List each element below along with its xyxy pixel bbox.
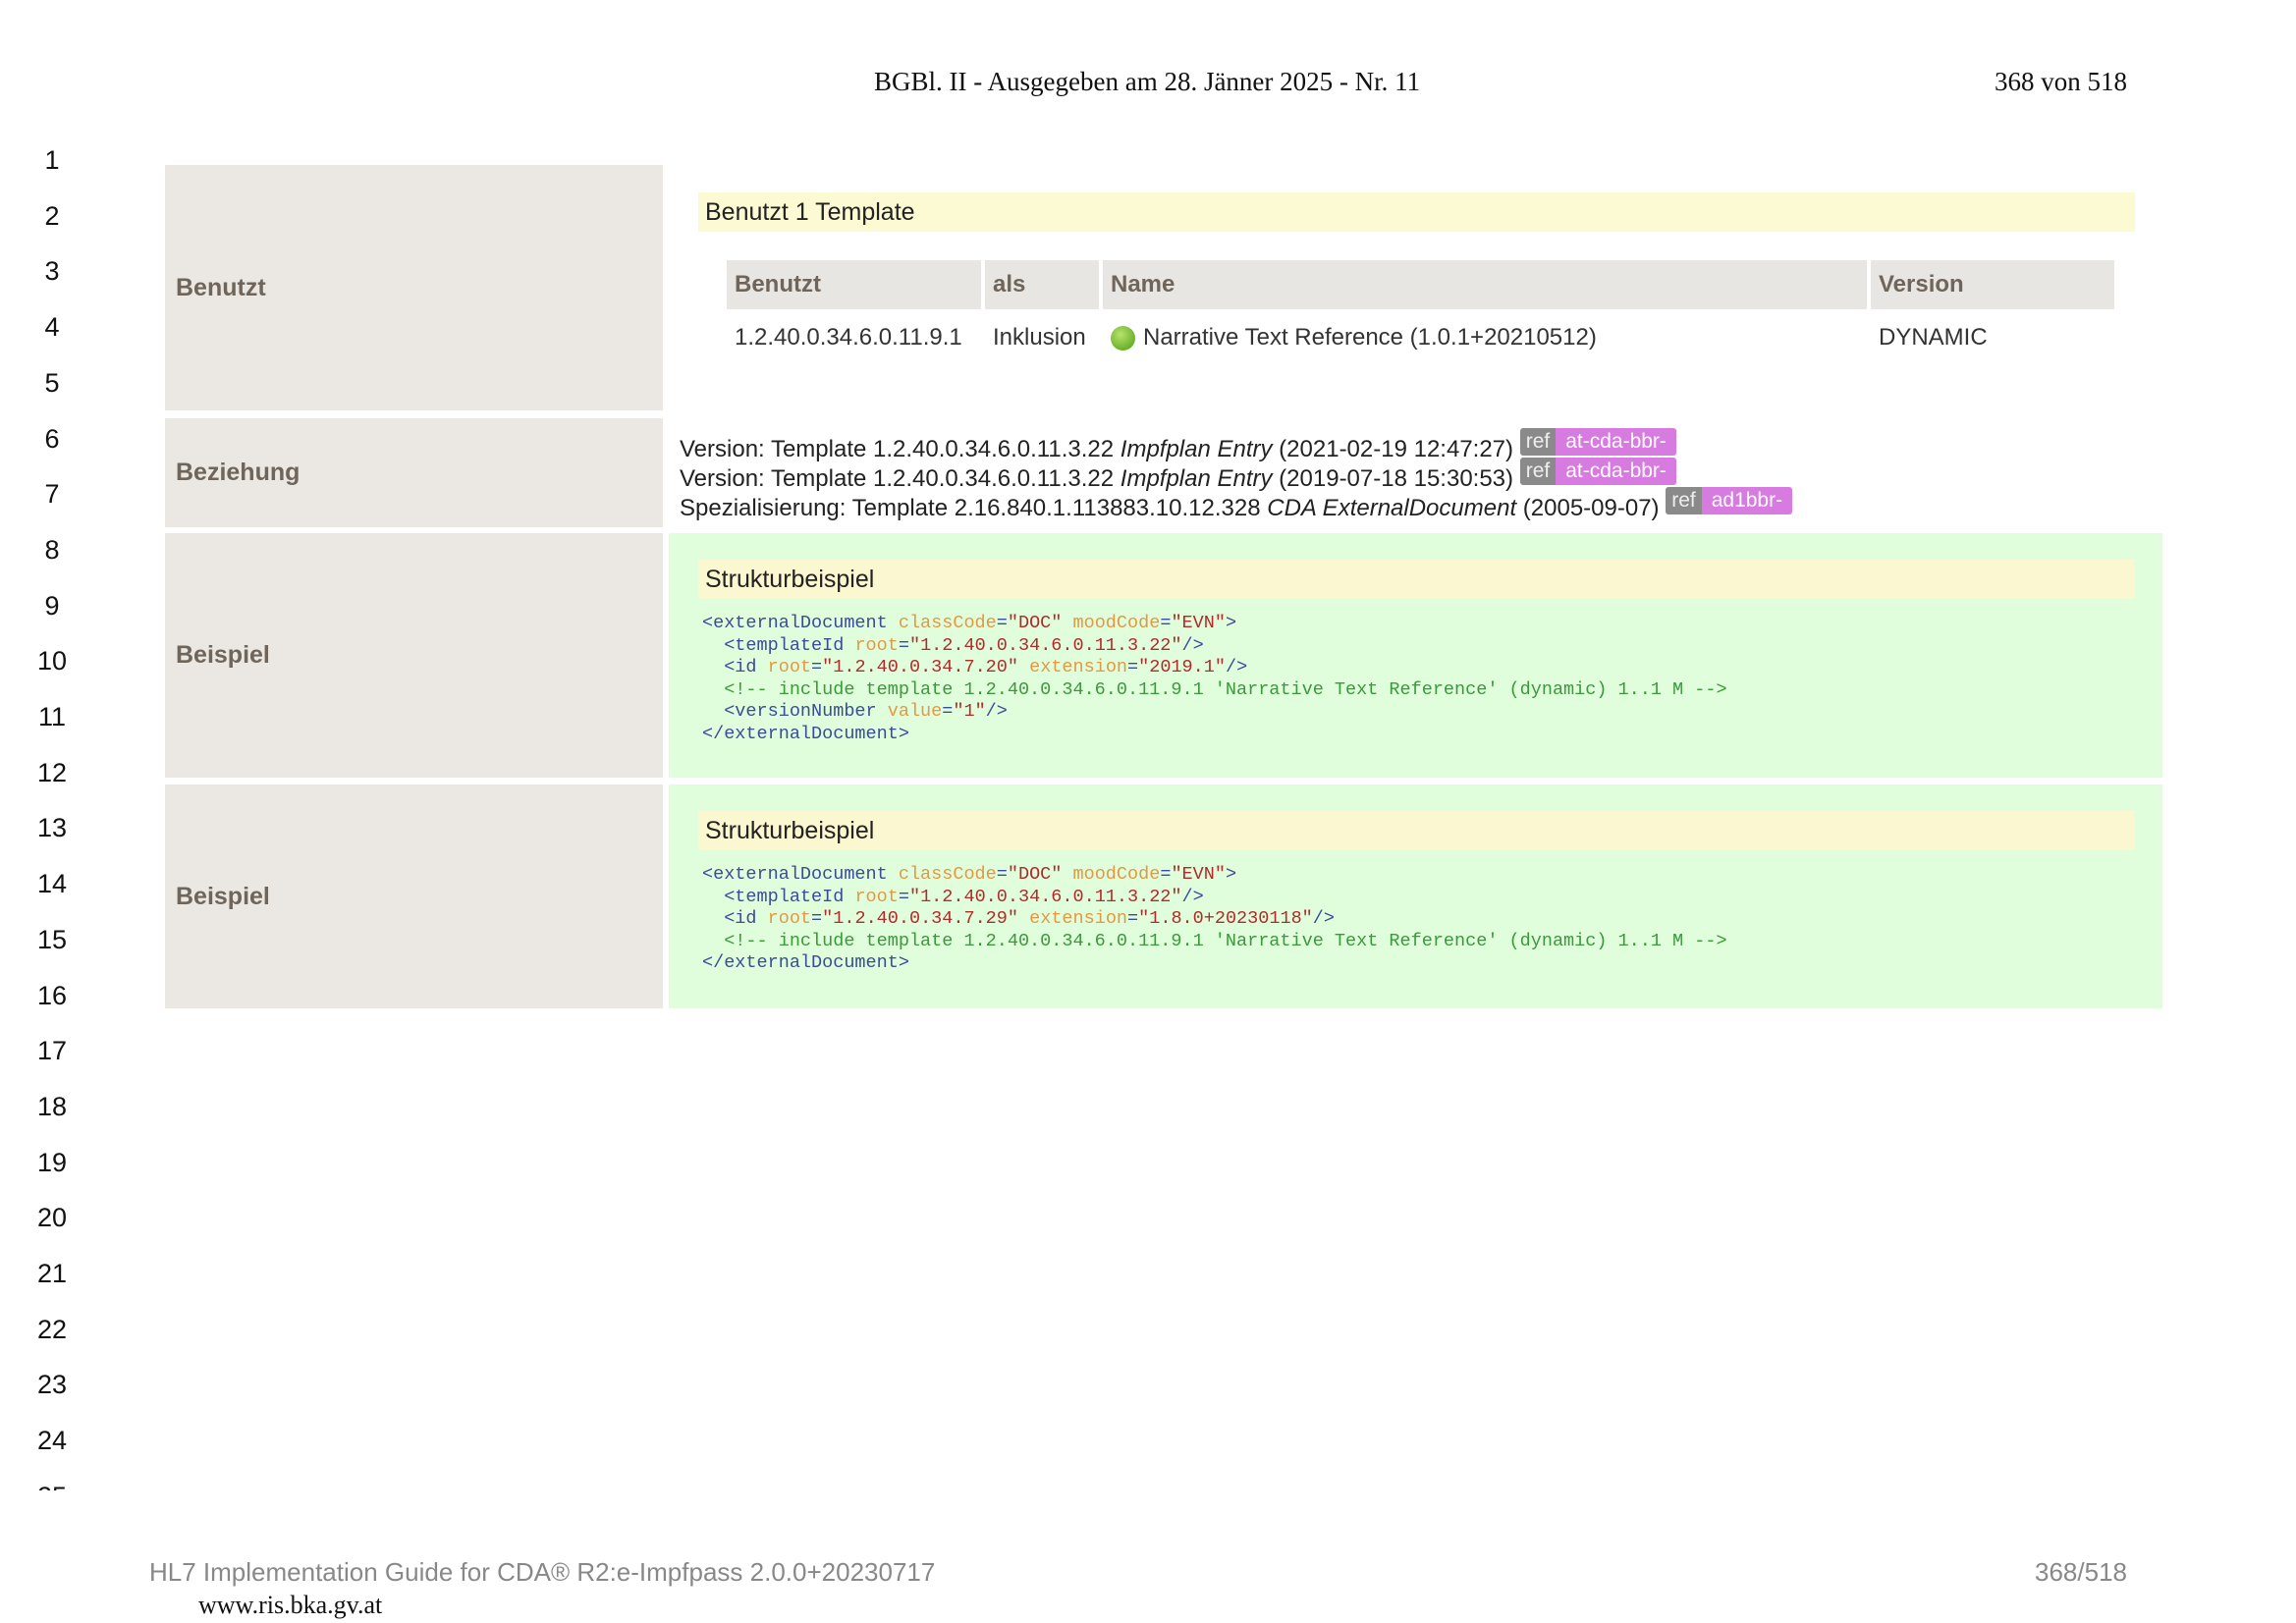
benutzt-label: Benutzt (165, 165, 663, 410)
code-line: <externalDocument classCode="DOC" moodCo… (702, 613, 1237, 633)
code-example: <externalDocument classCode="DOC" moodCo… (702, 613, 1727, 745)
line-number: 15 (36, 925, 68, 954)
footer-url-link[interactable]: www.ris.bka.gv.at (198, 1591, 382, 1620)
template-name-cell[interactable]: Narrative Text Reference (1.0.1+20210512… (1103, 309, 1867, 366)
line-number: 6 (44, 424, 60, 454)
relationship-text: Spezialisierung: Template 2.16.840.1.113… (680, 495, 1268, 521)
line-number: 1 (44, 145, 60, 175)
code-line: <versionNumber value="1"/> (702, 701, 1008, 722)
relationship-entry: Spezialisierung: Template 2.16.840.1.113… (680, 487, 1793, 522)
relationship-date: (2005‑09‑07) (1516, 495, 1667, 521)
relationship-template-name[interactable]: CDA ExternalDocument (1267, 495, 1516, 521)
ref-badge[interactable]: ref at-cda-bbr- (1519, 458, 1676, 485)
column-header-benutzt: Benutzt (727, 260, 981, 309)
line-number: 25 (29, 1482, 75, 1490)
example-title: Strukturbeispiel (698, 811, 2135, 850)
page-counter: 368 von 518 (1995, 67, 2127, 96)
line-number: 17 (36, 1036, 68, 1065)
line-number: 19 (36, 1148, 68, 1177)
benutzt-row: Benutzt Benutzt 1 Template Benutzt als N… (165, 165, 2162, 410)
line-number: 21 (36, 1259, 68, 1288)
project-badge: at-cda-bbr- (1556, 458, 1676, 485)
ref-tag: ref (1519, 428, 1557, 456)
green-circle-icon (1111, 326, 1135, 351)
code-example: <externalDocument classCode="DOC" moodCo… (702, 864, 1727, 975)
ref-tag: ref (1519, 458, 1557, 485)
line-number-gutter: 1234567891011121314151617181920212223242… (29, 145, 75, 1490)
beziehung-body: Version: Template 1.2.40.0.34.6.0.11.3.2… (669, 418, 2162, 527)
line-number: 16 (36, 981, 68, 1010)
column-header-name: Name (1103, 260, 1867, 309)
beziehung-row: Beziehung Version: Template 1.2.40.0.34.… (165, 418, 2162, 527)
line-number: 20 (36, 1203, 68, 1232)
beispiel-body: Strukturbeispiel <externalDocument class… (669, 784, 2162, 1008)
benutzt-heading: Benutzt 1 Template (698, 192, 2135, 232)
column-header-version: Version (1871, 260, 2114, 309)
line-number: 7 (44, 479, 60, 509)
line-number: 9 (44, 591, 60, 621)
beispiel-body: Strukturbeispiel <externalDocument class… (669, 533, 2162, 778)
code-line: <id root="1.2.40.0.34.7.29" extension="1… (702, 908, 1335, 929)
table-row: 1.2.40.0.34.6.0.11.9.1 Inklusion Narrati… (727, 309, 2114, 366)
code-comment: <!-- include template 1.2.40.0.34.6.0.11… (702, 930, 1727, 951)
line-number: 13 (36, 813, 68, 842)
template-name-link[interactable]: Narrative Text Reference (1.0.1+20210512… (1143, 324, 1597, 351)
ref-tag: ref (1666, 487, 1702, 514)
line-number: 23 (36, 1370, 68, 1399)
line-number: 5 (44, 368, 60, 398)
beziehung-label: Beziehung (165, 418, 663, 527)
line-number: 12 (36, 758, 68, 787)
footer-guide-title: HL7 Implementation Guide for CDA® R2:e-I… (149, 1557, 936, 1587)
ref-badge[interactable]: ref at-cda-bbr- (1519, 428, 1676, 456)
used-templates-table: Benutzt als Name Version 1.2.40.0.34.6.0… (723, 260, 2118, 366)
line-number: 4 (44, 312, 60, 342)
code-line: </externalDocument> (702, 952, 909, 973)
line-number: 14 (36, 869, 68, 898)
beispiel-label: Beispiel (165, 533, 663, 778)
line-number: 18 (36, 1092, 68, 1121)
code-line: </externalDocument> (702, 723, 909, 744)
example-title: Strukturbeispiel (698, 560, 2135, 599)
code-line: <templateId root="1.2.40.0.34.6.0.11.3.2… (702, 886, 1204, 907)
ref-badge[interactable]: ref ad1bbr- (1666, 487, 1793, 514)
line-number: 11 (37, 702, 67, 731)
column-header-als: als (985, 260, 1099, 309)
code-line: <templateId root="1.2.40.0.34.6.0.11.3.2… (702, 634, 1204, 656)
version-cell: DYNAMIC (1879, 324, 1988, 351)
line-number: 8 (44, 535, 60, 565)
line-number: 22 (36, 1315, 68, 1344)
code-line: <externalDocument classCode="DOC" moodCo… (702, 864, 1237, 885)
project-badge: ad1bbr- (1701, 487, 1793, 514)
gazette-header: BGBl. II - Ausgegeben am 28. Jänner 2025… (874, 67, 1421, 96)
line-number: 2 (44, 201, 60, 231)
beispiel-row: Beispiel Strukturbeispiel <externalDocum… (165, 784, 2162, 1008)
code-comment: <!-- include template 1.2.40.0.34.6.0.11… (702, 678, 1727, 700)
beispiel-label: Beispiel (165, 784, 663, 1008)
template-id-cell: 1.2.40.0.34.6.0.11.9.1 (735, 324, 962, 351)
project-badge: at-cda-bbr- (1556, 428, 1676, 456)
line-number: 3 (44, 256, 60, 286)
beispiel-row: Beispiel Strukturbeispiel <externalDocum… (165, 533, 2162, 778)
footer-page-number: 368/518 (2035, 1557, 2127, 1587)
line-number: 10 (36, 646, 68, 676)
line-number: 24 (36, 1426, 68, 1455)
inclusion-type-cell: Inklusion (993, 324, 1086, 351)
code-line: <id root="1.2.40.0.34.7.20" extension="2… (702, 657, 1248, 677)
benutzt-body: Benutzt 1 Template Benutzt als Name Vers… (669, 165, 2162, 410)
